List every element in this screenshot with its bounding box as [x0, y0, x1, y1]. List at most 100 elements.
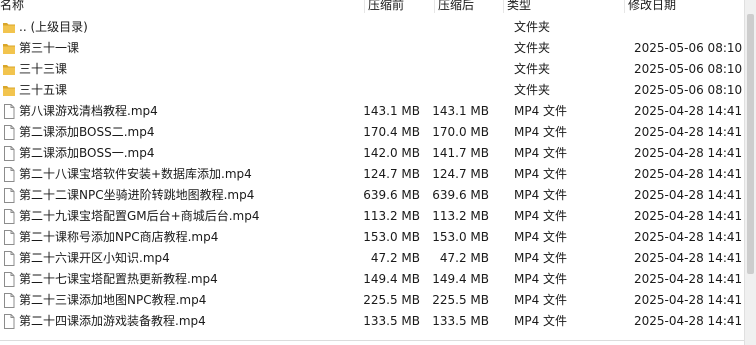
- file-icon: [2, 230, 16, 245]
- file-uncompressed-size: 47.2 MB: [439, 251, 489, 265]
- file-name: 第二课添加BOSS二.mp4: [19, 125, 155, 139]
- file-name: 第二十七课宝塔配置热更新教程.mp4: [19, 272, 218, 286]
- file-uncompressed-size: 113.2 MB: [432, 209, 489, 223]
- file-row[interactable]: 第二十二课NPC坐骑进阶转跳地图教程.mp4 639.6 MB 639.6 MB MP…: [0, 185, 744, 206]
- file-modified-date: 2025-04-28 14:41: [634, 167, 743, 181]
- file-compressed-size: 47.2 MB: [370, 251, 420, 265]
- column-header-modified[interactable]: 修改日期: [628, 0, 676, 13]
- vertical-scrollbar[interactable]: [744, 0, 756, 345]
- file-icon: [2, 293, 16, 308]
- file-icon: [2, 146, 16, 161]
- list-bottom-border: [0, 340, 744, 341]
- file-type: MP4 文件: [514, 146, 568, 160]
- file-type: MP4 文件: [514, 251, 568, 265]
- file-type: MP4 文件: [514, 167, 568, 181]
- file-compressed-size: 124.7 MB: [363, 167, 420, 181]
- file-name: 第二十二课NPC坐骑进阶转跳地图教程.mp4: [19, 188, 255, 202]
- file-icon: [2, 104, 16, 119]
- file-modified-date: 2025-04-28 14:41: [634, 125, 743, 139]
- file-uncompressed-size: 143.1 MB: [432, 104, 489, 118]
- file-uncompressed-size: 141.7 MB: [432, 146, 489, 160]
- file-modified-date: 2025-04-28 14:41: [634, 209, 743, 223]
- file-row[interactable]: 第八课游戏清档教程.mp4 143.1 MB 143.1 MB MP4 文件 2025-…: [0, 101, 744, 122]
- file-modified-date: 2025-04-28 14:41: [634, 251, 743, 265]
- file-compressed-size: 225.5 MB: [363, 293, 420, 307]
- file-icon: [2, 125, 16, 140]
- scrollbar-thumb[interactable]: [747, 14, 754, 274]
- file-name: 第二十三课添加地图NPC教程.mp4: [19, 293, 207, 307]
- file-uncompressed-size: 153.0 MB: [432, 230, 489, 244]
- file-uncompressed-size: 225.5 MB: [432, 293, 489, 307]
- file-modified-date: 2025-04-28 14:41: [634, 146, 743, 160]
- file-row[interactable]: 三十三课 文件夹 2025-05-06 08:10: [0, 59, 744, 80]
- column-header-name[interactable]: 名称: [0, 0, 24, 13]
- file-row[interactable]: 第二课添加BOSS二.mp4 170.4 MB 170.0 MB MP4 文件 2025…: [0, 122, 744, 143]
- column-separator[interactable]: [503, 0, 504, 13]
- file-name: 第三十一课: [19, 41, 80, 55]
- file-type: 文件夹: [514, 62, 551, 76]
- file-row[interactable]: 第二十四课添加游戏装备教程.mp4 133.5 MB 133.5 MB MP4 文件 2…: [0, 311, 744, 332]
- archive-file-list-window: 名称 压缩前 压缩后 类型 修改日期 .. (上级目录) 文件夹 第三十一课 文件夹 2…: [0, 0, 756, 345]
- file-modified-date: 2025-04-28 14:41: [634, 104, 743, 118]
- file-modified-date: 2025-05-06 08:10: [634, 62, 743, 76]
- file-modified-date: 2025-05-06 08:10: [634, 41, 743, 55]
- column-header-uncompressed[interactable]: 压缩后: [438, 0, 474, 13]
- file-row[interactable]: 第二十三课添加地图NPC教程.mp4 225.5 MB 225.5 MB MP4 文件…: [0, 290, 744, 311]
- file-icon: [2, 251, 16, 266]
- file-name: 第二十九课宝塔配置GM后台+商城后台.mp4: [19, 209, 260, 223]
- file-uncompressed-size: 149.4 MB: [432, 272, 489, 286]
- file-row[interactable]: 第二十七课宝塔配置热更新教程.mp4 149.4 MB 149.4 MB MP4 文件…: [0, 269, 744, 290]
- file-type: MP4 文件: [514, 230, 568, 244]
- file-compressed-size: 133.5 MB: [363, 314, 420, 328]
- file-type: MP4 文件: [514, 314, 568, 328]
- file-name: 三十五课: [19, 83, 68, 97]
- column-header-compressed[interactable]: 压缩前: [368, 0, 404, 13]
- file-compressed-size: 639.6 MB: [363, 188, 420, 202]
- file-row[interactable]: 第三十一课 文件夹 2025-05-06 08:10: [0, 38, 744, 59]
- column-separator[interactable]: [624, 0, 625, 13]
- file-type: 文件夹: [514, 41, 551, 55]
- file-type: 文件夹: [514, 83, 551, 97]
- folder-icon: [2, 20, 16, 35]
- file-modified-date: 2025-04-28 14:41: [634, 230, 743, 244]
- file-modified-date: 2025-04-28 14:41: [634, 293, 743, 307]
- file-name: .. (上级目录): [19, 20, 88, 34]
- file-icon: [2, 272, 16, 287]
- folder-icon: [2, 83, 16, 98]
- column-separator[interactable]: [364, 0, 365, 13]
- file-compressed-size: 153.0 MB: [363, 230, 420, 244]
- file-compressed-size: 149.4 MB: [363, 272, 420, 286]
- file-compressed-size: 170.4 MB: [363, 125, 420, 139]
- file-type: MP4 文件: [514, 188, 568, 202]
- file-modified-date: 2025-04-28 14:41: [634, 272, 743, 286]
- file-row[interactable]: 第二课添加BOSS一.mp4 142.0 MB 141.7 MB MP4 文件 2025…: [0, 143, 744, 164]
- file-compressed-size: 143.1 MB: [363, 104, 420, 118]
- file-uncompressed-size: 170.0 MB: [432, 125, 489, 139]
- file-list: .. (上级目录) 文件夹 第三十一课 文件夹 2025-05-06 08:10 三十三课…: [0, 17, 744, 332]
- column-header: 名称 压缩前 压缩后 类型 修改日期: [0, 0, 744, 14]
- file-compressed-size: 113.2 MB: [363, 209, 420, 223]
- file-name: 第二十八课宝塔软件安装+数据库添加.mp4: [19, 167, 252, 181]
- file-icon: [2, 314, 16, 329]
- file-type: MP4 文件: [514, 209, 568, 223]
- folder-icon: [2, 62, 16, 77]
- file-row[interactable]: 三十五课 文件夹 2025-05-06 08:10: [0, 80, 744, 101]
- file-name: 第八课游戏清档教程.mp4: [19, 104, 158, 118]
- column-separator[interactable]: [434, 0, 435, 13]
- file-row[interactable]: 第二十六课开区小知识.mp4 47.2 MB 47.2 MB MP4 文件 2025-0…: [0, 248, 744, 269]
- file-row[interactable]: 第二十八课宝塔软件安装+数据库添加.mp4 124.7 MB 124.7 MB MP4…: [0, 164, 744, 185]
- file-type: 文件夹: [514, 20, 551, 34]
- file-name: 第二课添加BOSS一.mp4: [19, 146, 155, 160]
- file-type: MP4 文件: [514, 125, 568, 139]
- file-type: MP4 文件: [514, 293, 568, 307]
- file-type: MP4 文件: [514, 104, 568, 118]
- file-name: 第二十四课添加游戏装备教程.mp4: [19, 314, 206, 328]
- file-modified-date: 2025-05-06 08:10: [634, 83, 743, 97]
- column-header-type[interactable]: 类型: [507, 0, 531, 13]
- file-modified-date: 2025-04-28 14:41: [634, 188, 743, 202]
- file-row[interactable]: 第二十课称号添加NPC商店教程.mp4 153.0 MB 153.0 MB MP4 文…: [0, 227, 744, 248]
- file-row[interactable]: 第二十九课宝塔配置GM后台+商城后台.mp4 113.2 MB 113.2 MB MP…: [0, 206, 744, 227]
- file-row[interactable]: .. (上级目录) 文件夹: [0, 17, 744, 38]
- file-icon: [2, 167, 16, 182]
- file-name: 三十三课: [19, 62, 68, 76]
